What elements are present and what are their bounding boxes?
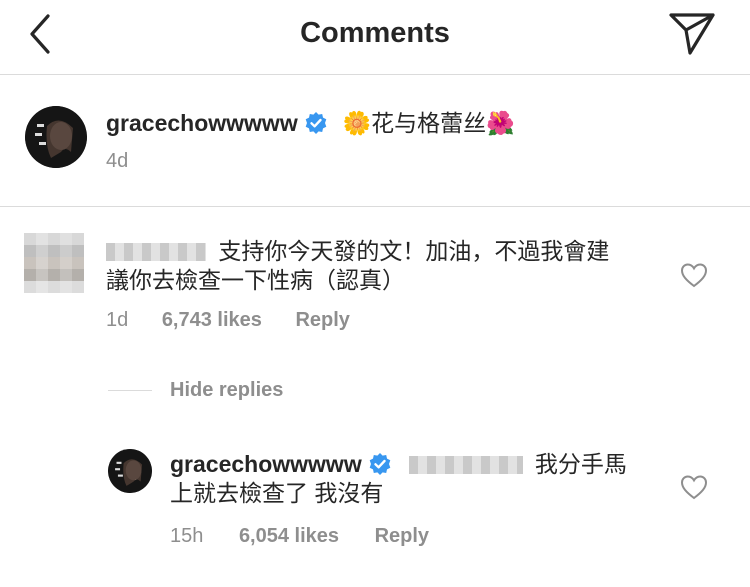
redacted-mention xyxy=(408,456,523,474)
reply-avatar[interactable] xyxy=(108,449,152,493)
caption-line: gracechowwwww 🌼花与格蕾丝🌺 xyxy=(106,104,515,138)
caption-time: 4d xyxy=(106,150,129,172)
reply-text-2: 上就去檢查了 我沒有 xyxy=(170,480,384,506)
reply-time: 15h xyxy=(170,525,204,547)
reply-body: gracechowwwww 我分手馬 上就去檢查了 我沒有 xyxy=(170,450,627,508)
hide-replies-line xyxy=(108,390,152,391)
page-title: Comments xyxy=(300,17,450,49)
comment-body: 支持你今天發的文！加油，不過我會建 議你去檢查一下性病（認真） xyxy=(106,237,609,295)
verified-badge-icon xyxy=(305,112,327,134)
reply-text-1: 我分手馬 xyxy=(534,451,627,477)
comment-line-1: 支持你今天發的文！加油，不過我會建 xyxy=(106,237,609,266)
hide-replies-button[interactable]: Hide replies xyxy=(170,379,283,402)
caption-text: 🌼花与格蕾丝🌺 xyxy=(342,110,515,136)
reply-meta: 15h 6,054 likes Reply xyxy=(170,525,429,548)
comment-meta: 1d 6,743 likes Reply xyxy=(106,309,350,332)
reply-line-1: gracechowwwww 我分手馬 xyxy=(170,450,627,479)
redacted-username xyxy=(106,243,206,261)
caption-avatar[interactable] xyxy=(25,106,87,168)
comment-text-2: 議你去檢查一下性病（認真） xyxy=(106,267,405,293)
comment-reply-button[interactable]: Reply xyxy=(295,309,349,331)
verified-badge-icon xyxy=(369,453,391,475)
comment-text-1: 支持你今天發的文！加油，不過我會建 xyxy=(218,238,610,264)
commenter-avatar[interactable] xyxy=(24,233,84,293)
heart-icon[interactable] xyxy=(680,262,708,288)
caption-divider xyxy=(0,206,750,207)
caption-meta: 4d xyxy=(106,150,128,173)
comment-time: 1d xyxy=(106,309,129,331)
heart-icon[interactable] xyxy=(680,474,708,500)
avatar-image xyxy=(25,106,87,168)
avatar-image xyxy=(108,449,152,493)
caption-username[interactable]: gracechowwwww xyxy=(106,110,298,136)
reply-likes[interactable]: 6,054 likes xyxy=(239,525,339,547)
reply-reply-button[interactable]: Reply xyxy=(375,525,429,547)
header-bar: Comments xyxy=(0,0,750,75)
comment-likes[interactable]: 6,743 likes xyxy=(162,309,262,331)
send-icon[interactable] xyxy=(666,8,718,56)
reply-username[interactable]: gracechowwwww xyxy=(170,451,362,477)
